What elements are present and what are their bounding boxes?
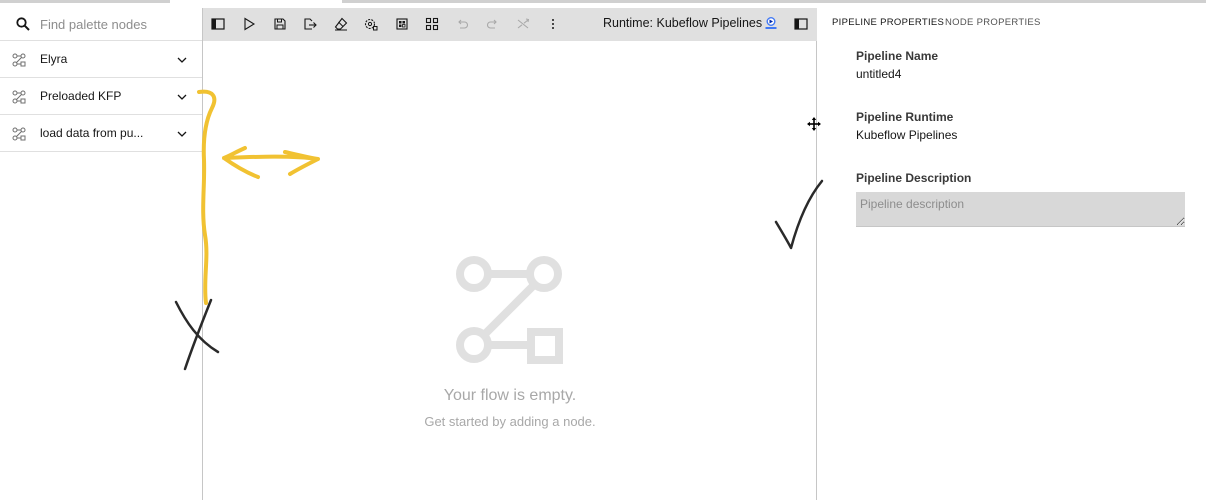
empty-flow-icon <box>456 256 563 364</box>
chevron-down-icon <box>177 57 187 63</box>
chevron-down-icon <box>177 94 187 100</box>
export-pipeline-icon <box>304 18 317 30</box>
empty-canvas-subtitle: Get started by adding a node. <box>424 414 596 429</box>
palette-category-elyra[interactable]: Elyra <box>0 41 202 78</box>
save-pipeline-button[interactable] <box>271 15 289 33</box>
properties-tabs: PIPELINE PROPERTIES NODE PROPERTIES <box>817 8 1206 38</box>
palette-panel: Elyra Preloaded KFP load data from pu... <box>0 8 203 500</box>
palette-category-label: Elyra <box>40 52 68 66</box>
open-component-catalogs-icon <box>425 17 439 31</box>
clear-pipeline-button[interactable] <box>332 15 350 33</box>
pipeline-description-field[interactable] <box>856 192 1185 227</box>
properties-panel: PIPELINE PROPERTIES NODE PROPERTIES Pipe… <box>817 8 1206 500</box>
tab-pipeline-properties[interactable]: PIPELINE PROPERTIES <box>832 17 944 28</box>
open-runtime-images-icon <box>396 18 408 30</box>
pipeline-node-icon <box>12 90 26 104</box>
open-panel-button[interactable] <box>209 15 227 33</box>
pipeline-name-label: Pipeline Name <box>856 49 939 63</box>
chevron-down-icon <box>177 131 187 137</box>
run-pipeline-icon <box>244 17 256 31</box>
empty-canvas-title: Your flow is empty. <box>443 387 577 404</box>
open-runtimes-button[interactable] <box>362 15 380 33</box>
tab-node-properties[interactable]: NODE PROPERTIES <box>945 17 1041 28</box>
top-tab-fragment-right <box>342 0 1206 3</box>
open-panel-icon <box>211 18 225 30</box>
runtime-label: Runtime: Kubeflow Pipelines <box>603 16 763 30</box>
open-runtime-images-button[interactable] <box>393 15 411 33</box>
cut-button[interactable] <box>514 15 532 33</box>
palette-search <box>0 8 202 41</box>
pipeline-runtime-value: Kubeflow Pipelines <box>856 128 958 142</box>
kubeflow-logo-icon <box>765 17 777 29</box>
redo-button[interactable] <box>484 15 502 33</box>
pipeline-name-value[interactable]: untitled4 <box>856 67 901 81</box>
more-options-icon <box>552 19 554 29</box>
palette-search-input[interactable] <box>0 8 202 40</box>
more-options-button[interactable] <box>544 15 562 33</box>
open-runtimes-icon <box>364 18 378 31</box>
palette-category-label: load data from pu... <box>40 126 144 140</box>
redo-icon <box>487 19 497 29</box>
export-pipeline-button[interactable] <box>301 15 319 33</box>
top-strip <box>0 0 1206 8</box>
clear-pipeline-icon <box>334 17 348 31</box>
top-tab-fragment <box>0 0 170 3</box>
palette-category-label: Preloaded KFP <box>40 89 122 103</box>
toggle-properties-panel-button[interactable] <box>792 15 810 33</box>
pipeline-canvas[interactable]: Your flow is empty. Get started by addin… <box>203 41 817 500</box>
open-component-catalogs-button[interactable] <box>423 15 441 33</box>
search-icon <box>16 17 30 31</box>
pipeline-toolbar: Runtime: Kubeflow Pipelines <box>203 8 817 41</box>
pipeline-node-icon <box>12 53 26 67</box>
run-pipeline-button[interactable] <box>240 15 258 33</box>
toggle-properties-panel-icon <box>794 18 808 30</box>
undo-button[interactable] <box>453 15 471 33</box>
palette-category-preloaded-kfp[interactable]: Preloaded KFP <box>0 78 202 115</box>
move-cursor-icon <box>807 117 821 131</box>
pipeline-node-icon <box>12 127 26 141</box>
palette-category-load-data[interactable]: load data from pu... <box>0 115 202 152</box>
pipeline-description-label: Pipeline Description <box>856 171 972 185</box>
cut-icon <box>517 18 530 29</box>
undo-icon <box>458 19 468 29</box>
save-pipeline-icon <box>274 18 286 30</box>
pipeline-runtime-label: Pipeline Runtime <box>856 110 954 124</box>
